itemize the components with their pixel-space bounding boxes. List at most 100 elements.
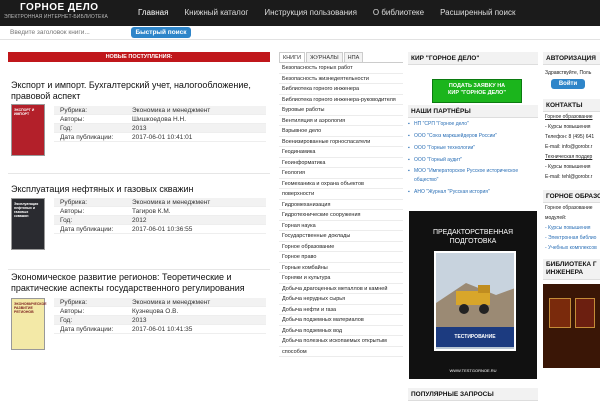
category-item[interactable]: Горное образование [279, 242, 403, 252]
tab-journals[interactable]: ЖУРНАЛЫ [306, 52, 343, 62]
contact-line: - Курсы повышения [545, 124, 591, 130]
category-item[interactable]: Добыча драгоценных металлов и камней [279, 284, 403, 294]
catalog-panel: КНИГИ ЖУРНАЛЫ НПА Безопасность горных ра… [279, 52, 403, 400]
request-line-1: ПОДАТЬ ЗАЯВКУ НА [448, 83, 506, 89]
category-item[interactable]: Добыча полезных ископаемых открытым [279, 336, 403, 347]
submit-request-button[interactable]: ПОДАТЬ ЗАЯВКУ НА КИР "ГОРНОЕ ДЕЛО" [432, 79, 522, 103]
category-item[interactable]: Безопасность жизнедеятельности [279, 74, 403, 84]
book-meta: Рубрика: Экономика и менеджмент Авторы: Та… [54, 198, 266, 234]
category-item[interactable]: Добыча подземных вод [279, 326, 403, 336]
popular-section: ПОПУЛЯРНЫЕ ЗАПРОСЫ [408, 388, 538, 401]
education-link[interactable]: - Курсы повышения [543, 223, 600, 233]
quick-search-button[interactable]: Быстрый поиск [131, 27, 191, 38]
contact-line[interactable]: Горное образование [543, 112, 600, 122]
library-books-image[interactable] [543, 284, 600, 368]
meta-label: Рубрика: [60, 199, 88, 206]
partner-link[interactable]: МОО "Императорское Русское историческое … [408, 166, 538, 186]
category-item[interactable]: Геомеханика и охрана объектов [279, 179, 403, 189]
category-item[interactable]: поверхности [279, 189, 403, 200]
cover-text: ЭКСПОРТ И ИМПОРТ [14, 108, 35, 116]
partner-link[interactable]: ООО "Союз маркшейдеров России" [408, 130, 538, 142]
meta-year: 2013 [132, 125, 147, 132]
book-title[interactable]: Экспорт и импорт. Бухгалтерский учет, на… [11, 80, 261, 102]
meta-rubric: Экономика и менеджмент [132, 107, 211, 114]
auth-greeting: Здравствуйте, Поль [545, 70, 592, 76]
kir-box: ПОДАТЬ ЗАЯВКУ НА КИР "ГОРНОЕ ДЕЛО" [408, 65, 538, 103]
book-cover[interactable]: ЭКСПОРТ И ИМПОРТ [11, 104, 45, 156]
category-item[interactable]: Гидротехнические сооружения [279, 210, 403, 221]
category-item[interactable]: Библиотека горного инженера-руководителя [279, 95, 403, 105]
category-list: Безопасность горных работ Безопасность жи… [279, 63, 403, 357]
contact-line[interactable]: Техническая поддер [543, 152, 600, 162]
category-item[interactable]: Горная наука [279, 221, 403, 231]
category-item[interactable]: Геология [279, 168, 403, 179]
meta-label: Авторы: [60, 308, 85, 315]
meta-rubric: Экономика и менеджмент [132, 199, 211, 206]
meta-label: Рубрика: [60, 299, 88, 306]
book-cover[interactable]: Эксплуатация нефтяных и газовых скважин [11, 198, 45, 250]
nav-advanced-search[interactable]: Расширенный поиск [432, 0, 523, 26]
contact-line: - Курсы повышения [545, 164, 591, 170]
book-item: Экспорт и импорт. Бухгалтерский учет, на… [8, 62, 270, 174]
category-item[interactable]: Безопасность горных работ [279, 63, 403, 74]
meta-label: Авторы: [60, 208, 85, 215]
new-arrivals: НОВЫЕ ПОСТУПЛЕНИЯ: Экспорт и импорт. Бух… [8, 52, 270, 420]
banner-band: ТЕСТИРОВАНИЕ [436, 327, 514, 347]
contact-line: E-mail: tehl@gorobr.r [545, 174, 593, 180]
book-cover[interactable]: ЭКОНОМИЧЕСКОЕ РАЗВИТИЕ РЕГИОНОВ [11, 298, 47, 350]
nav-home[interactable]: Главная [130, 0, 176, 26]
auth-heading: АВТОРИЗАЦИЯ [543, 52, 600, 65]
category-item[interactable]: Добыча подземных материалов [279, 315, 403, 326]
search-input[interactable] [8, 27, 128, 38]
category-item[interactable]: Буровые работы [279, 105, 403, 116]
category-item[interactable]: Горняки и культура [279, 273, 403, 284]
category-item[interactable]: Добыча нерудных сырья [279, 294, 403, 305]
meta-year: 2012 [132, 217, 147, 224]
meta-label: Год: [60, 125, 73, 132]
category-item[interactable]: Горные комбайны [279, 263, 403, 273]
partner-link[interactable]: ООО "Горный аудит" [408, 154, 538, 166]
category-item[interactable]: Горное право [279, 252, 403, 263]
category-item[interactable]: Гидромеханизация [279, 200, 403, 210]
partner-link[interactable]: НП "СРП "Горное дело" [408, 118, 538, 130]
partner-link[interactable]: ООО "Горные технологии" [408, 142, 538, 154]
logo-title[interactable]: ГОРНОЕ ДЕЛО [20, 2, 99, 13]
tab-books[interactable]: КНИГИ [279, 52, 306, 62]
banner-url: WWW.TESTGORNOE.RU [449, 368, 497, 373]
logo-subtitle: ЭЛЕКТРОННАЯ ИНТЕРНЕТ-БИБЛИОТЕКА [4, 14, 108, 20]
middle-column: КИР "ГОРНОЕ ДЕЛО" ПОДАТЬ ЗАЯВКУ НА КИР "… [408, 52, 538, 379]
login-button[interactable]: Войти [551, 79, 585, 89]
nav-instructions[interactable]: Инструкция пользования [256, 0, 365, 26]
category-item[interactable]: способом [279, 347, 403, 357]
education-link[interactable]: - Учебных комплексов [543, 243, 600, 253]
book-image [575, 298, 595, 328]
meta-rubric: Экономика и менеджмент [132, 299, 211, 306]
book-title[interactable]: Эксплуатация нефтяных и газовых скважин [11, 184, 261, 195]
meta-authors: Тагиров К.М. [132, 208, 171, 215]
meta-published: 2017-06-01 10:36:55 [132, 226, 193, 233]
category-item[interactable]: Взрывное дело [279, 126, 403, 137]
nav-catalog[interactable]: Книжный каталог [176, 0, 256, 26]
education-line: Горное образование [545, 205, 593, 211]
catalog-tabs: КНИГИ ЖУРНАЛЫ НПА [279, 52, 403, 63]
education-link[interactable]: - Электронная библио [543, 233, 600, 243]
library-heading: БИБЛИОТЕКА Г ИНЖЕНЕРА [543, 259, 600, 280]
banner-title: ПРЕДАКТОРСТВЕННАЯ ПОДГОТОВКА [432, 229, 514, 245]
category-item[interactable]: Военизированные горноспасатели [279, 137, 403, 147]
contact-line: E-mail: info@gorobr.r [545, 144, 593, 150]
category-item[interactable]: Геоинформатика [279, 158, 403, 168]
nav-about[interactable]: О библиотеке [365, 0, 432, 26]
training-banner[interactable]: ПРЕДАКТОРСТВЕННАЯ ПОДГОТОВКА ТЕСТИРОВАНИ… [409, 211, 537, 379]
category-item[interactable]: Добыча нефти и газа [279, 305, 403, 315]
category-item[interactable]: Государственные доклады [279, 231, 403, 242]
category-item[interactable]: Библиотека горного инженера [279, 84, 403, 95]
category-item[interactable]: Вентиляция и аэрология [279, 116, 403, 126]
new-arrivals-heading: НОВЫЕ ПОСТУПЛЕНИЯ: [8, 52, 270, 62]
partner-link[interactable]: АНО "Журнал "Русская история" [408, 186, 538, 198]
meta-label: Рубрика: [60, 107, 88, 114]
book-title[interactable]: Экономическое развитие регионов: Теорети… [11, 272, 269, 294]
category-item[interactable]: Геодинамика [279, 147, 403, 158]
meta-authors: Кузнецова О.В. [132, 308, 179, 315]
top-bar: ГОРНОЕ ДЕЛО ЭЛЕКТРОННАЯ ИНТЕРНЕТ-БИБЛИОТ… [0, 0, 600, 26]
tab-npa[interactable]: НПА [343, 52, 364, 62]
